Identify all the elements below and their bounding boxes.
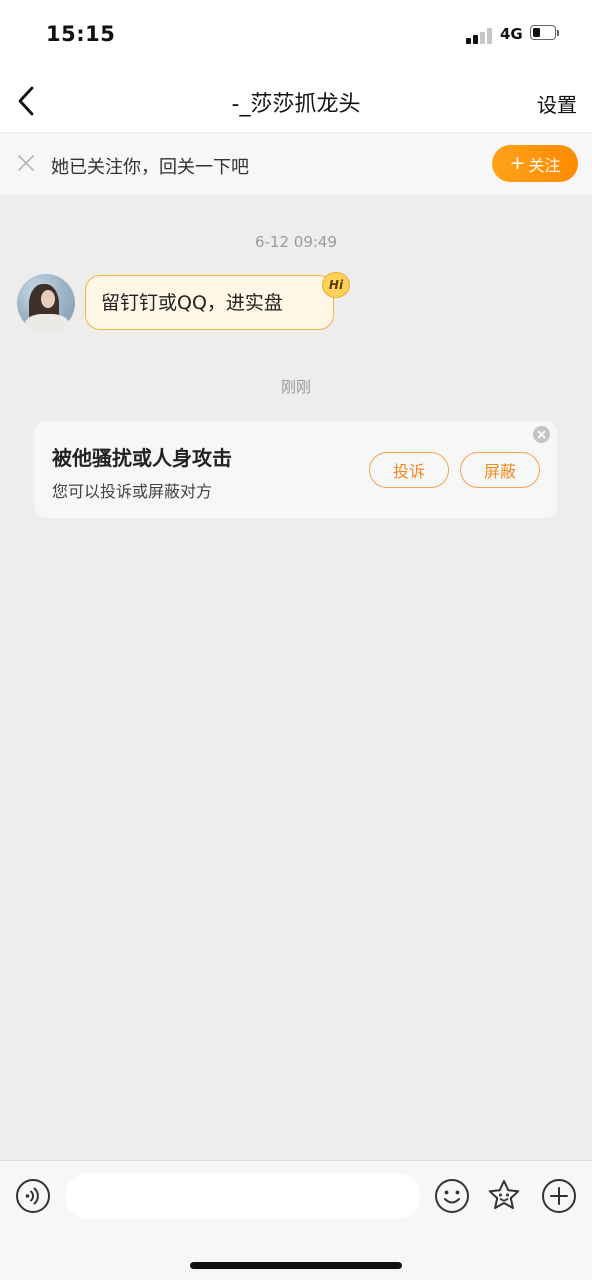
emoji-icon (435, 1179, 469, 1213)
follow-back-text: 她已关注你，回关一下吧 (51, 157, 249, 178)
message-bubble[interactable]: 留钉钉或QQ，进实盘 (85, 275, 334, 330)
follow-button-label: 关注 (528, 155, 561, 175)
report-card-subtitle: 您可以投诉或屏蔽对方 (52, 482, 213, 501)
follow-back-banner: 她已关注你，回关一下吧 + 关注 (0, 132, 592, 195)
page-title: -_莎莎抓龙头 (231, 92, 361, 117)
status-bar: 15:15 4G (0, 0, 592, 70)
report-card: 被他骚扰或人身攻击 您可以投诉或屏蔽对方 投诉 屏蔽 (34, 421, 557, 518)
close-circle-icon (537, 430, 546, 439)
report-card-close-button[interactable] (533, 426, 550, 443)
close-icon (18, 155, 34, 171)
sticker-button[interactable] (486, 1178, 522, 1214)
settings-button[interactable]: 设置 (537, 89, 577, 118)
voice-icon (16, 1179, 50, 1213)
plus-circle-icon (542, 1179, 576, 1213)
system-timestamp: 刚刚 (280, 378, 311, 396)
chat-area[interactable]: 6-12 09:49 留钉钉或QQ，进实盘 Hi 刚刚 被他骚扰或人身攻击 您可… (0, 194, 592, 1160)
message-input[interactable] (65, 1173, 420, 1219)
follow-button[interactable]: + 关注 (492, 145, 578, 182)
complain-button[interactable]: 投诉 (369, 452, 449, 488)
message-timestamp: 6-12 09:49 (254, 233, 338, 251)
status-time: 15:15 (46, 22, 116, 46)
avatar[interactable] (17, 274, 75, 332)
more-button[interactable] (541, 1178, 577, 1214)
block-button[interactable]: 屏蔽 (460, 452, 540, 488)
sticker-icon (488, 1180, 520, 1209)
hi-badge: Hi (322, 272, 350, 298)
report-card-title: 被他骚扰或人身攻击 (52, 446, 232, 470)
battery-icon (530, 25, 560, 42)
emoji-button[interactable] (434, 1178, 470, 1214)
network-type: 4G (500, 25, 523, 43)
nav-bar: -_莎莎抓龙头 设置 (0, 70, 592, 132)
signal-strength-icon (466, 28, 496, 44)
voice-button[interactable] (15, 1178, 51, 1214)
banner-close-button[interactable] (16, 153, 36, 173)
input-bar (0, 1160, 592, 1280)
plus-icon: + (509, 152, 526, 174)
home-indicator (190, 1262, 402, 1269)
